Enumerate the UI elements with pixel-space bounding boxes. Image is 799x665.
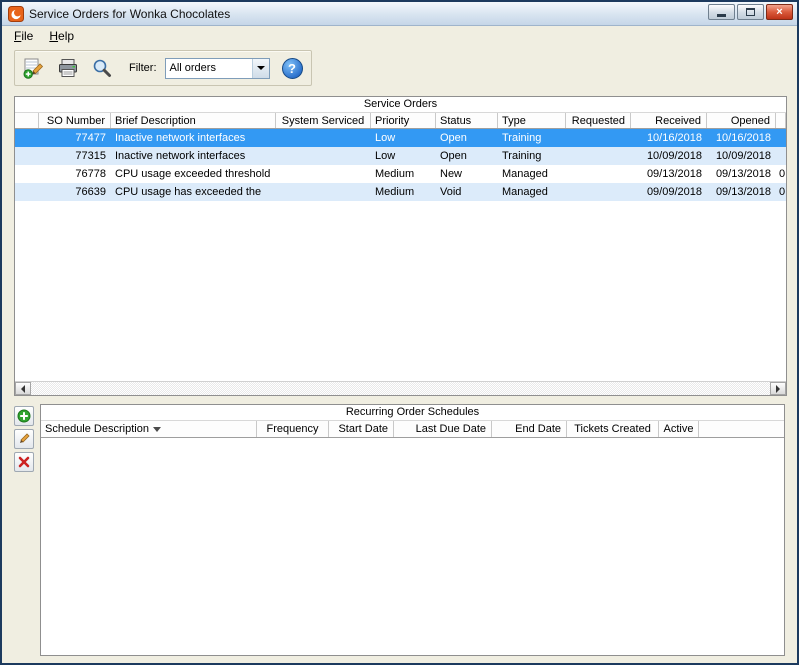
filter-dropdown-value: All orders	[169, 62, 216, 74]
add-schedule-button[interactable]	[14, 406, 34, 426]
service-orders-panel: Service Orders SO Number Brief Descripti…	[14, 96, 787, 396]
filter-label: Filter:	[129, 62, 157, 74]
service-orders-header: SO Number Brief Description System Servi…	[15, 112, 786, 129]
minimize-icon	[717, 14, 726, 17]
column-header-opened[interactable]: Opened	[707, 113, 776, 128]
column-header-frequency[interactable]: Frequency	[257, 421, 329, 437]
service-orders-title: Service Orders	[15, 97, 786, 112]
recurring-orders-title: Recurring Order Schedules	[41, 405, 784, 420]
app-window: Service Orders for Wonka Chocolates × Fi…	[0, 0, 799, 665]
help-button[interactable]: ?	[281, 57, 303, 79]
sort-descending-icon	[152, 426, 161, 432]
scroll-left-icon	[21, 384, 25, 393]
column-header-overflow[interactable]	[776, 113, 786, 128]
column-header-blank[interactable]	[15, 113, 39, 128]
recurring-side-toolbar	[14, 404, 36, 656]
maximize-button[interactable]	[737, 4, 764, 20]
column-header-end-date[interactable]: End Date	[492, 421, 567, 437]
column-header-last-due-date[interactable]: Last Due Date	[394, 421, 492, 437]
titlebar[interactable]: Service Orders for Wonka Chocolates ×	[2, 2, 797, 26]
app-icon	[8, 5, 24, 22]
column-header-so-number[interactable]: SO Number	[39, 113, 111, 128]
menubar: File Help	[2, 26, 797, 46]
print-button[interactable]	[53, 54, 83, 82]
maximize-icon	[746, 8, 755, 16]
column-header-start-date[interactable]: Start Date	[329, 421, 394, 437]
service-order-row[interactable]: 77477 Inactive network interfaces Low Op…	[15, 129, 786, 147]
search-button[interactable]	[87, 54, 117, 82]
column-header-active[interactable]: Active	[659, 421, 699, 437]
edit-schedule-button[interactable]	[14, 429, 34, 449]
edit-icon	[20, 433, 30, 443]
scroll-left-button[interactable]	[15, 382, 31, 395]
column-header-filler	[699, 421, 784, 437]
column-header-tickets-created[interactable]: Tickets Created	[567, 421, 659, 437]
print-icon	[59, 59, 77, 77]
recurring-orders-empty-area	[41, 438, 784, 655]
service-orders-empty-area	[15, 201, 786, 381]
recurring-orders-header: Schedule Description Frequency Start Dat…	[41, 420, 784, 438]
service-order-row[interactable]: 76639 CPU usage has exceeded the Medium …	[15, 183, 786, 201]
filter-dropdown[interactable]: All orders	[164, 57, 270, 79]
recurring-orders-section: Recurring Order Schedules Schedule Descr…	[14, 404, 785, 656]
toolbar: Filter: All orders ?	[14, 50, 312, 86]
window-bottom-strip	[2, 656, 797, 663]
add-icon	[17, 409, 31, 423]
delete-schedule-button[interactable]	[14, 452, 34, 472]
menu-help[interactable]: Help	[41, 27, 82, 45]
scrollbar-track[interactable]	[31, 382, 770, 395]
delete-icon	[18, 456, 30, 468]
column-header-priority[interactable]: Priority	[371, 113, 436, 128]
search-icon	[93, 59, 111, 77]
horizontal-scrollbar[interactable]	[15, 381, 786, 395]
column-header-schedule-description[interactable]: Schedule Description	[41, 421, 257, 437]
service-order-row[interactable]: 77315 Inactive network interfaces Low Op…	[15, 147, 786, 165]
scroll-right-button[interactable]	[770, 382, 786, 395]
recurring-orders-panel: Recurring Order Schedules Schedule Descr…	[40, 404, 785, 656]
scroll-right-icon	[776, 384, 780, 393]
column-header-requested[interactable]: Requested	[566, 113, 631, 128]
column-header-received[interactable]: Received	[631, 113, 707, 128]
minimize-button[interactable]	[708, 4, 735, 20]
toolbar-row: Filter: All orders ?	[2, 46, 797, 92]
close-button[interactable]: ×	[766, 4, 793, 20]
new-order-button[interactable]	[19, 54, 49, 82]
chevron-down-icon[interactable]	[251, 58, 269, 78]
window-title: Service Orders for Wonka Chocolates	[29, 6, 231, 21]
column-header-system-serviced[interactable]: System Serviced	[276, 113, 371, 128]
column-header-brief-description[interactable]: Brief Description	[111, 113, 276, 128]
menu-file[interactable]: File	[6, 27, 41, 45]
service-order-row[interactable]: 76778 CPU usage exceeded threshold Mediu…	[15, 165, 786, 183]
close-icon: ×	[776, 6, 783, 18]
column-header-type[interactable]: Type	[498, 113, 566, 128]
column-header-status[interactable]: Status	[436, 113, 498, 128]
help-icon: ?	[288, 60, 296, 76]
new-order-icon	[23, 58, 44, 79]
